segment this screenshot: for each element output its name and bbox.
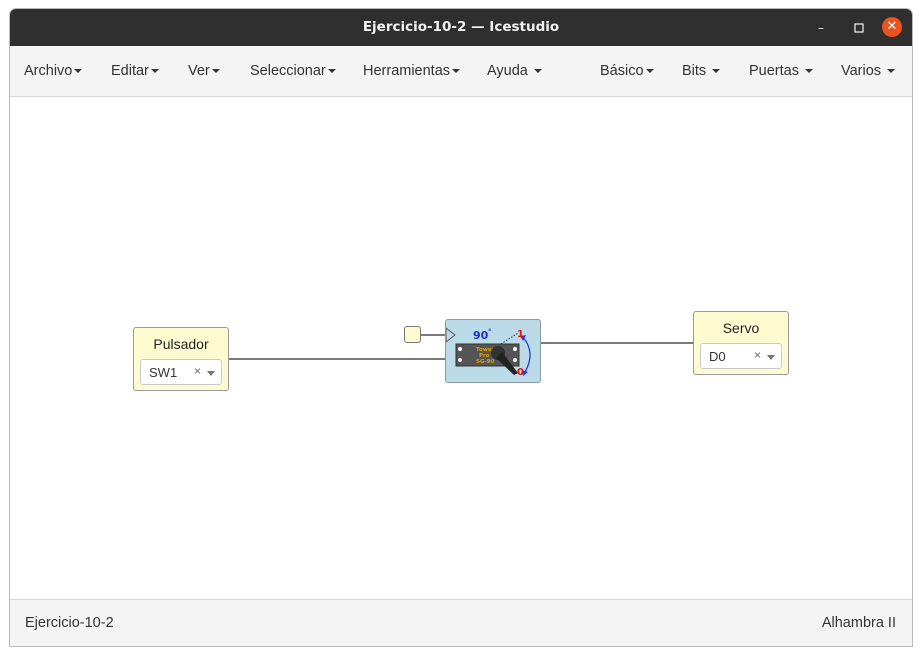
- output-block-name: Servo: [722, 320, 760, 336]
- menu-archivo[interactable]: Archivo: [24, 46, 83, 96]
- design-canvas[interactable]: Pulsador SW1 × Tower Pro SG-90 90 ° 1 0 …: [10, 97, 912, 599]
- output-pin-value: D0: [709, 349, 726, 364]
- chevron-down-icon: [74, 69, 83, 74]
- title-bar[interactable]: Ejercicio-10-2 — Icestudio – ✕: [10, 9, 912, 46]
- chevron-down-icon[interactable]: [767, 355, 775, 360]
- wire-pulsador-servo[interactable]: [228, 358, 445, 360]
- servo-icon: Tower Pro SG-90 90 ° 1 0: [445, 326, 531, 378]
- chevron-down-icon: [150, 69, 159, 74]
- menu-puertas-label: Puertas: [749, 63, 799, 79]
- servo-block[interactable]: Tower Pro SG-90 90 ° 1 0: [445, 319, 541, 383]
- menu-editar[interactable]: Editar: [111, 46, 159, 96]
- output-pin-select[interactable]: D0 ×: [700, 343, 782, 369]
- menu-seleccionar-label: Seleccionar: [250, 63, 326, 79]
- menu-bar: Archivo Editar Ver Seleccionar Herramien…: [10, 46, 912, 97]
- clock-input-port[interactable]: [404, 326, 421, 343]
- minimize-icon[interactable]: –: [811, 18, 831, 38]
- chevron-down-icon[interactable]: [207, 371, 215, 376]
- menu-seleccionar[interactable]: Seleccionar: [250, 46, 336, 96]
- menu-varios-label: Varios: [841, 63, 882, 79]
- wire-clock[interactable]: [419, 334, 445, 336]
- status-board-name[interactable]: Alhambra II: [822, 600, 896, 646]
- menu-ayuda[interactable]: Ayuda: [487, 46, 542, 96]
- servo-angle-label: 90: [473, 329, 489, 342]
- input-pin-select[interactable]: SW1 ×: [140, 359, 222, 385]
- input-block-name: Pulsador: [153, 336, 209, 352]
- menu-varios[interactable]: Varios: [841, 46, 896, 96]
- status-project-name: Ejercicio-10-2: [25, 615, 114, 631]
- input-block-pulsador[interactable]: Pulsador SW1 ×: [133, 327, 229, 391]
- menu-ver[interactable]: Ver: [188, 46, 220, 96]
- clear-icon[interactable]: ×: [754, 348, 761, 362]
- window-title: Ejercicio-10-2 — Icestudio: [362, 19, 560, 35]
- menu-bits[interactable]: Bits: [682, 46, 721, 96]
- chevron-down-icon: [211, 69, 220, 74]
- menu-editar-label: Editar: [111, 63, 149, 79]
- menu-herramientas[interactable]: Herramientas: [363, 46, 461, 96]
- chevron-down-icon: [645, 69, 654, 74]
- degree-symbol: °: [488, 328, 492, 336]
- servo-chip-line-3: SG-90: [476, 359, 495, 365]
- app-window: Ejercicio-10-2 — Icestudio – ✕ Archivo E…: [9, 8, 913, 647]
- menu-herramientas-label: Herramientas: [363, 63, 451, 79]
- chevron-down-icon: [805, 69, 814, 74]
- menu-archivo-label: Archivo: [24, 63, 73, 79]
- menu-basico-label: Básico: [600, 63, 644, 79]
- status-bar: Ejercicio-10-2 Alhambra II: [10, 599, 912, 646]
- chevron-down-icon: [452, 69, 461, 74]
- close-icon[interactable]: ✕: [882, 17, 902, 37]
- menu-basico[interactable]: Básico: [600, 46, 654, 96]
- menu-bits-label: Bits: [682, 63, 707, 79]
- wire-servo-output[interactable]: [539, 342, 693, 344]
- servo-one-label: 1: [517, 329, 524, 340]
- output-block-servo[interactable]: Servo D0 ×: [693, 311, 789, 375]
- input-pin-value: SW1: [149, 365, 178, 380]
- chevron-down-icon: [887, 69, 896, 74]
- chevron-down-icon: [712, 69, 721, 74]
- maximize-icon[interactable]: [849, 18, 869, 38]
- servo-zero-label: 0: [517, 367, 524, 378]
- menu-puertas[interactable]: Puertas: [749, 46, 814, 96]
- clear-icon[interactable]: ×: [194, 364, 201, 378]
- menu-ayuda-label: Ayuda: [487, 63, 528, 79]
- menu-ver-label: Ver: [188, 63, 210, 79]
- chevron-down-icon: [533, 69, 542, 74]
- chevron-down-icon: [327, 69, 336, 74]
